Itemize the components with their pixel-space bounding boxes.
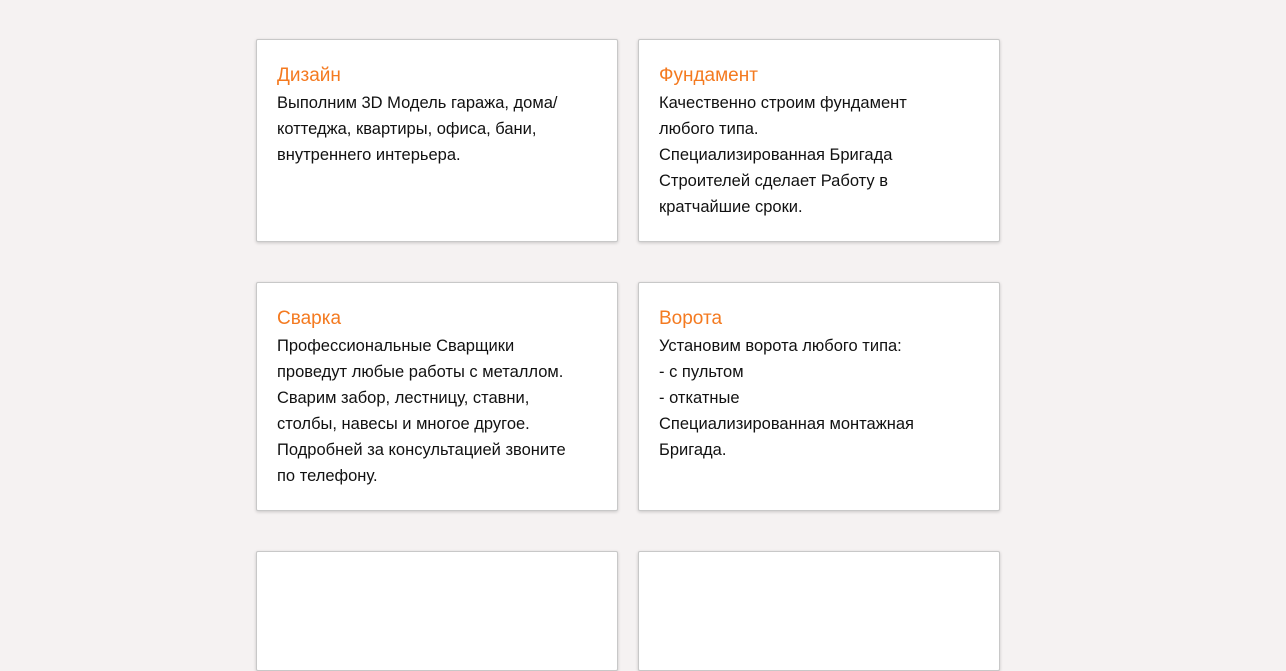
service-card-foundation[interactable]: Фундамент Качественно строим фундамент л…	[638, 39, 1000, 242]
service-card-description: Выполним 3D Модель гаража, дома/ коттедж…	[277, 94, 558, 164]
service-card-gates[interactable]: Ворота Установим ворота любого типа: - с…	[638, 282, 1000, 511]
service-card-title: Фундамент	[659, 65, 758, 86]
service-card-design[interactable]: Дизайн Выполним 3D Модель гаража, дома/ …	[256, 39, 618, 242]
service-card-title: Сварка	[277, 308, 342, 329]
service-card-description: Качественно строим фундамент любого типа…	[659, 94, 907, 216]
service-card-partial-left[interactable]	[256, 551, 618, 671]
service-card-partial-right[interactable]	[638, 551, 1000, 671]
services-grid: Дизайн Выполним 3D Модель гаража, дома/ …	[256, 39, 1000, 671]
service-card-welding[interactable]: Сварка Профессиональные Сварщики проведу…	[256, 282, 618, 511]
service-card-title: Дизайн	[277, 65, 341, 86]
service-card-description: Установим ворота любого типа: - с пульто…	[659, 337, 914, 459]
service-card-description: Профессиональные Сварщики проведут любые…	[277, 337, 566, 485]
service-card-title: Ворота	[659, 308, 723, 329]
